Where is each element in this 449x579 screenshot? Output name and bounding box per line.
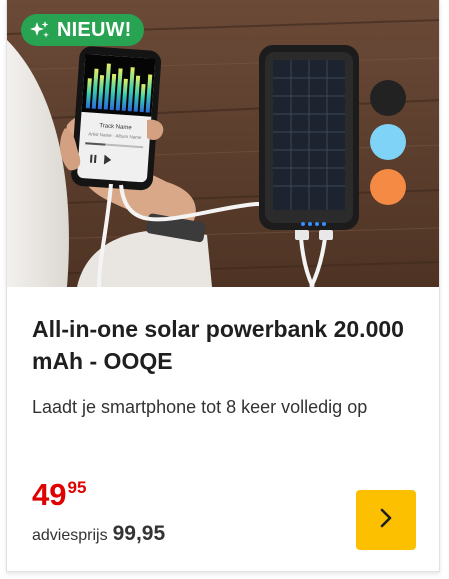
advice-price-value: 99,95 bbox=[112, 522, 166, 545]
price-whole: 49 bbox=[32, 477, 67, 512]
advice-price-label: adviesprijs bbox=[32, 527, 108, 544]
chevron-right-icon bbox=[375, 507, 397, 534]
new-badge: NIEUW! bbox=[21, 14, 144, 46]
product-title[interactable]: All-in-one solar powerbank 20.000 mAh - … bbox=[32, 313, 427, 377]
badge-label: NIEUW! bbox=[57, 18, 132, 41]
price: 49 95 bbox=[32, 478, 86, 512]
color-swatch-orange[interactable] bbox=[370, 169, 406, 205]
advice-price: adviesprijs 99,95 bbox=[32, 522, 165, 546]
product-image[interactable]: Track Name Artist Name · Album Name NIEU… bbox=[7, 0, 439, 287]
price-decimal: 95 bbox=[67, 478, 87, 497]
color-swatch-black[interactable] bbox=[370, 80, 406, 116]
color-swatch-light-blue[interactable] bbox=[370, 124, 406, 160]
product-card[interactable]: Track Name Artist Name · Album Name NIEU… bbox=[6, 0, 440, 572]
product-subtitle: Laadt je smartphone tot 8 keer volledig … bbox=[32, 397, 368, 417]
add-to-cart-button[interactable] bbox=[356, 490, 416, 550]
sparkle-icon bbox=[29, 19, 51, 41]
